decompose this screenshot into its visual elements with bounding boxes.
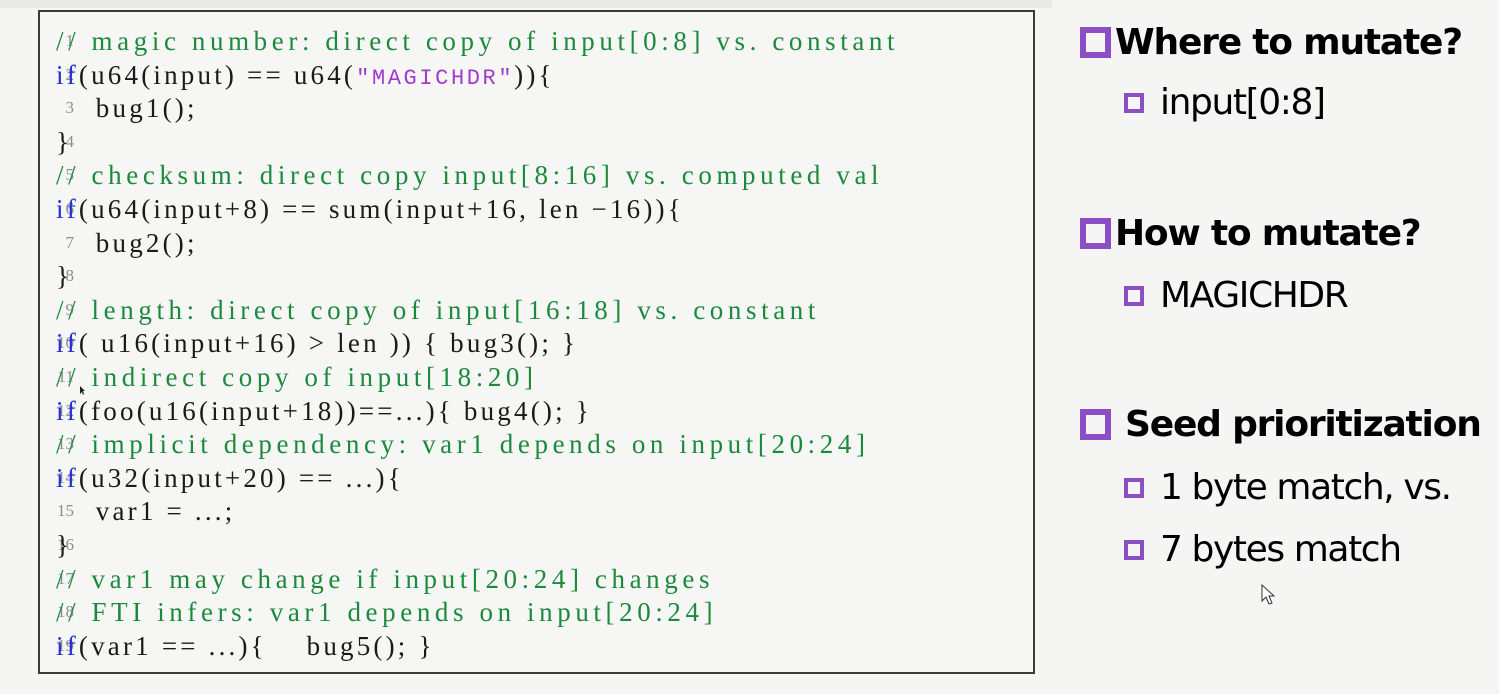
heading-seed-prioritization: Seed prioritization [1080,404,1482,445]
bullet-item: input[0:8] [1124,82,1326,123]
code-line: // var1 may change if input[20:24] chang… [56,562,714,596]
code-token-plain: (u64(input) == u64( [78,59,357,90]
code-line: // magic number: direct copy of input[0:… [56,24,899,58]
heading-text: Where to mutate? [1115,22,1463,63]
code-line: } [56,259,72,293]
code-token-plain: (u64(input+8) == sum(input+16, len −16))… [78,194,684,224]
square-bullet-icon [1080,27,1111,58]
code-token-keyword: if [56,395,79,426]
code-line: if(u32(input+20) == ...){ [56,461,404,495]
mouse-pointer-icon [1261,584,1275,605]
code-line: // indirect copy of input[18:20] [56,360,538,394]
code-token-plain: } [56,261,73,292]
bullet-item: 7 bytes match [1124,529,1402,570]
code-token-comment: // implicit dependency: var1 depends on … [56,429,870,460]
bullet-item: 1 byte match, vs. [1124,467,1452,508]
code-line: if(foo(u16(input+18))==...){ bug4(); } [56,394,592,428]
code-line: bug2(); [56,226,198,260]
code-token-comment: // FTI infers: var1 depends on input[20:… [56,597,718,628]
code-token-comment: // length: direct copy of input[16:18] v… [56,294,820,325]
code-token-string: "MAGICHDR" [356,65,515,91]
mouse-pointer-icon [80,386,85,395]
code-token-plain: var1 = ...; [56,496,236,527]
code-token-plain: )){ [514,59,555,90]
code-listing: 1 2 3 4 5 6 7 8 9 10 11 12 13 14 15 16 17 18 19 // magic n… [38,10,1035,674]
code-line: } [56,528,72,562]
square-bullet-icon [1124,539,1144,560]
bullet-item-text: 7 bytes match [1160,529,1402,570]
code-line: bug1(); [56,91,198,125]
code-token-keyword: if [56,630,79,661]
code-token-comment: // indirect copy of input[18:20] [56,362,538,392]
code-line: if(u64(input+8) == sum(input+16, len −16… [56,192,684,226]
code-line: // length: direct copy of input[16:18] v… [56,293,820,327]
square-bullet-icon [1124,285,1144,306]
code-token-keyword: if [56,194,79,224]
top-shade-strip [0,0,1052,8]
code-line: // checksum: direct copy input[8:16] vs.… [56,158,883,192]
code-line: if(u64(input) == u64("MAGICHDR")){ [56,58,555,92]
square-bullet-icon [1080,218,1111,249]
heading-how-to-mutate: How to mutate? [1080,213,1422,254]
code-token-plain: (foo(u16(input+18))==...){ bug4(); } [78,395,592,426]
code-token-comment: // var1 may change if input[20:24] chang… [56,563,715,594]
square-bullet-icon [1124,477,1144,498]
bullet-item-text: MAGICHDR [1160,275,1349,316]
code-token-plain: } [56,126,73,157]
code-token-comment: // magic number: direct copy of input[0:… [56,26,900,56]
bullet-item: MAGICHDR [1124,275,1349,316]
code-token-keyword: if [56,462,79,493]
code-token-plain: } [56,530,73,560]
heading-text: Seed prioritization [1125,404,1482,445]
code-token-comment: // checksum: direct copy input[8:16] vs.… [56,160,884,191]
square-bullet-icon [1080,409,1111,440]
code-token-plain: ( u16(input+16) > len )) { bug3(); } [78,328,579,359]
code-line: // FTI infers: var1 depends on input[20:… [56,595,717,629]
code-token-plain: bug2(); [56,227,198,258]
code-line: if( u16(input+16) > len )) { bug3(); } [56,326,578,360]
heading-text: How to mutate? [1115,213,1422,254]
bullet-item-text: input[0:8] [1160,82,1326,123]
square-bullet-icon [1124,92,1144,113]
code-token-plain: (u32(input+20) == ...){ [78,462,404,493]
code-token-plain: bug1(); [56,93,198,124]
code-line: // implicit dependency: var1 depends on … [56,427,870,461]
code-line: var1 = ...; [56,494,235,528]
heading-where-to-mutate: Where to mutate? [1080,22,1463,63]
code-token-keyword: if [56,328,79,359]
bullet-panel: Where to mutate? input[0:8] How to mutat… [1080,0,1499,694]
code-line: if(var1 == ...){ bug5(); } [56,629,435,663]
code-token-keyword: if [56,59,79,90]
code-token-plain: (var1 == ...){ bug5(); } [78,630,435,661]
code-line: } [56,125,72,159]
bullet-item-text: 1 byte match, vs. [1160,467,1452,508]
